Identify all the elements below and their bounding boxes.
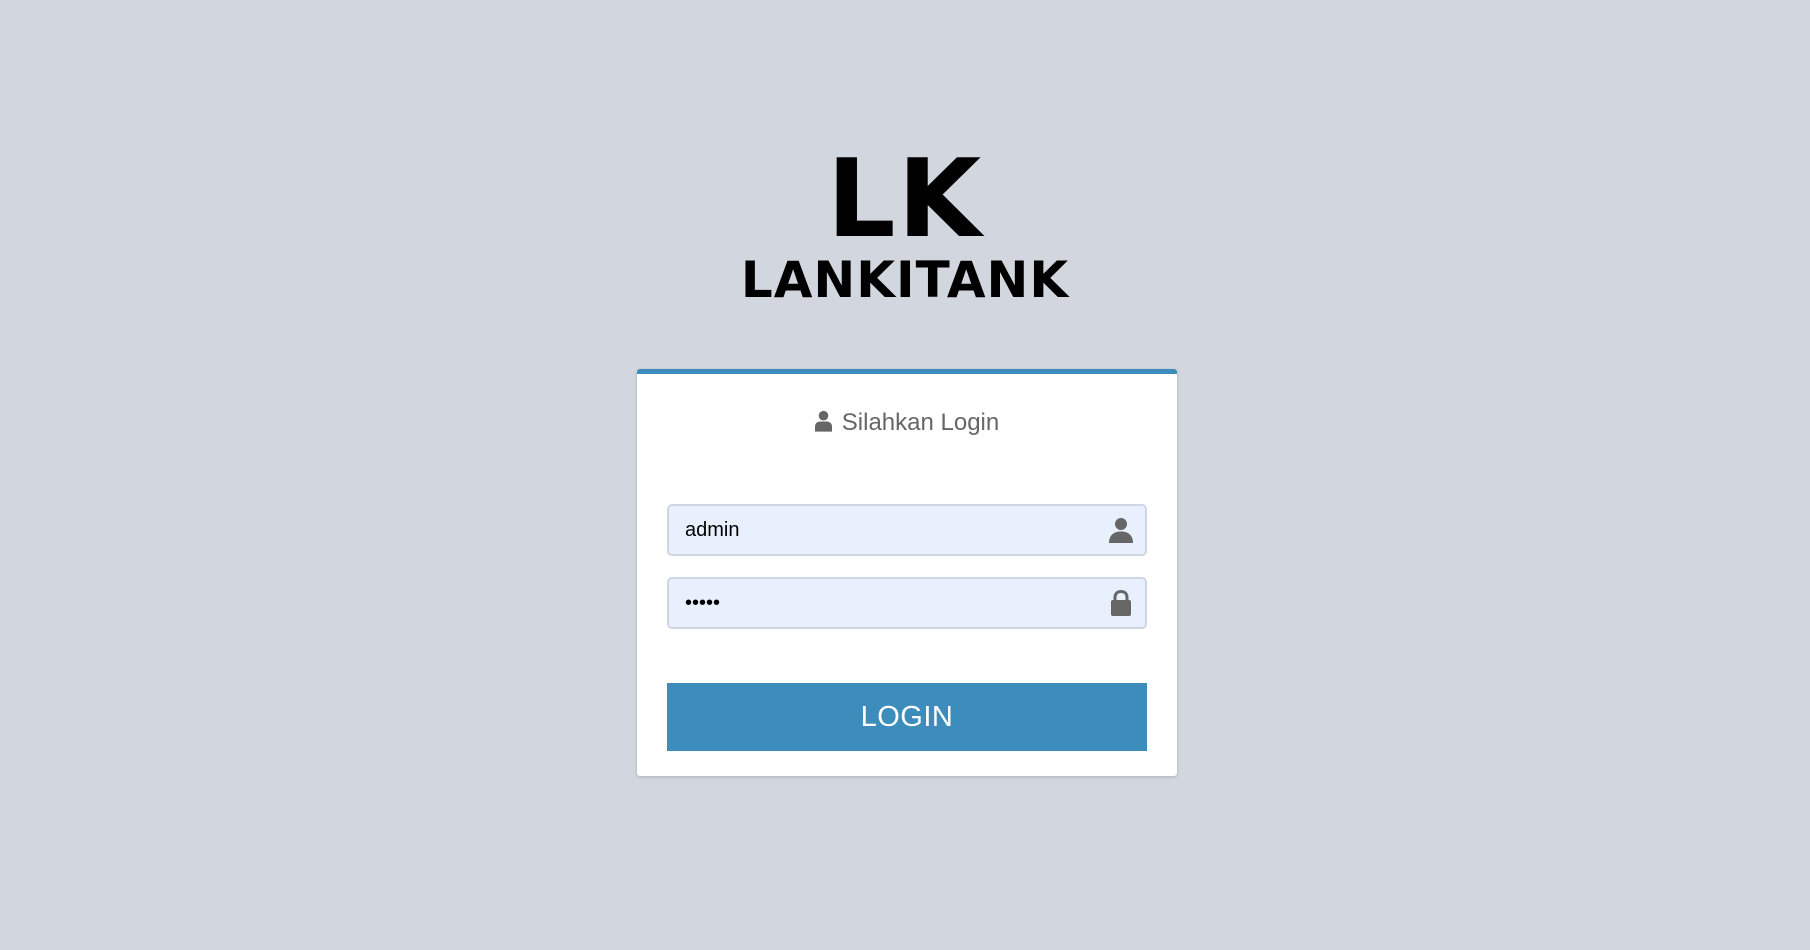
user-icon (814, 410, 832, 432)
user-icon (1109, 518, 1133, 543)
login-button[interactable]: LOGIN (667, 683, 1147, 751)
login-title: Silahkan Login (637, 408, 1177, 438)
brand-mark: LK (826, 137, 984, 262)
login-title-text: Silahkan Login (841, 409, 1000, 436)
login-card: Silahkan Login LOGIN (637, 369, 1177, 776)
password-input[interactable] (685, 579, 1085, 627)
username-input[interactable] (685, 506, 1085, 554)
lock-icon (1111, 590, 1131, 616)
password-field[interactable] (667, 577, 1147, 629)
brand-name: LANKITANK (740, 251, 1070, 309)
username-field[interactable] (667, 504, 1147, 556)
